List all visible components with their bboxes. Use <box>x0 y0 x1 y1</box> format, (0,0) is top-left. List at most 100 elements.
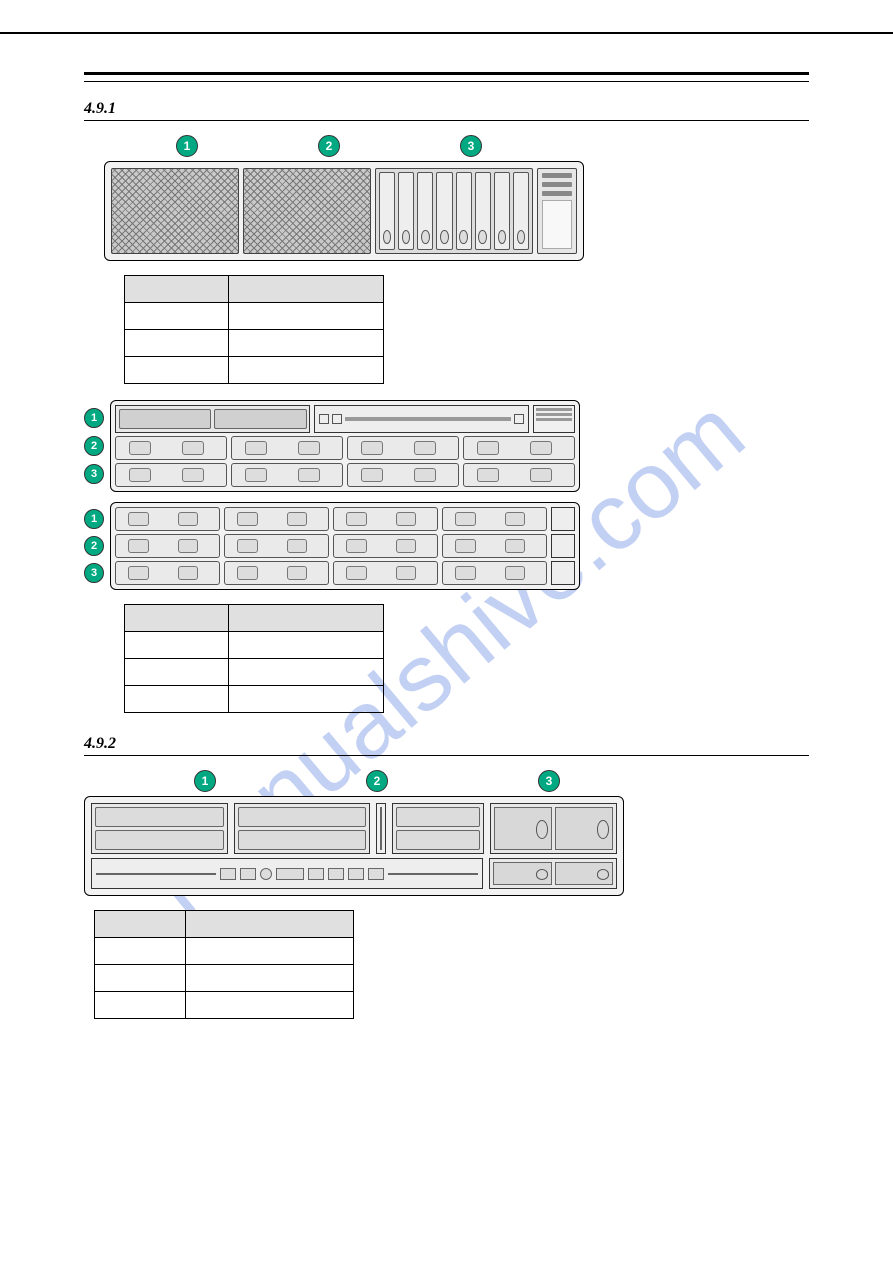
callout-1: 1 <box>84 408 104 428</box>
table2-r1c2 <box>228 632 383 659</box>
media-bay-row <box>115 405 575 433</box>
sff-option-bay <box>115 405 310 433</box>
vga-port-icon <box>276 868 304 880</box>
lff-slot <box>442 561 547 585</box>
section-divider-thick <box>84 72 809 75</box>
table-491a <box>124 275 384 384</box>
port-icon <box>260 868 272 880</box>
control-panel <box>537 168 577 254</box>
sff-slot <box>456 172 472 250</box>
callout-column-fig3: 1 2 3 <box>84 502 104 590</box>
table3-r2c1 <box>95 965 186 992</box>
odd-dvd-bay <box>314 405 529 433</box>
callout-row-fig1: 1 2 3 <box>176 135 809 157</box>
pci-slot <box>396 807 480 827</box>
table-row <box>125 686 384 713</box>
lff-slot <box>333 561 438 585</box>
lff-row <box>115 507 575 531</box>
table3-header-1 <box>95 911 186 938</box>
sff-option-drive <box>214 409 306 429</box>
port-icon <box>328 868 344 880</box>
callout-2: 2 <box>84 536 104 556</box>
callout-1: 1 <box>194 770 216 792</box>
grille-box-2 <box>243 168 371 254</box>
led-icon <box>542 182 572 187</box>
table-491b <box>124 604 384 713</box>
sff-slot <box>379 172 395 250</box>
lff-row <box>115 436 575 460</box>
lff-slot <box>224 507 329 531</box>
content-area: 4.9.1 1 2 3 <box>84 72 809 1029</box>
rear-bottom-row <box>91 858 617 889</box>
table-row <box>125 659 384 686</box>
chassis-8lff <box>110 400 580 492</box>
table2-r2c2 <box>228 659 383 686</box>
table3-r3c2 <box>185 992 353 1019</box>
lff-slot <box>231 436 343 460</box>
led-icon <box>536 408 572 411</box>
psu-inlet-2 <box>555 862 614 885</box>
table3-r2c2 <box>185 965 353 992</box>
lff-slot <box>224 561 329 585</box>
psu-2 <box>555 807 613 850</box>
vent-grille-icon <box>380 807 382 850</box>
page-top-rule <box>0 32 893 34</box>
lff-side-panel <box>551 561 575 585</box>
table1-r3c1 <box>125 357 229 384</box>
callout-2: 2 <box>318 135 340 157</box>
lff-slot <box>333 507 438 531</box>
table3-r1c1 <box>95 938 186 965</box>
callout-3: 3 <box>460 135 482 157</box>
riser-cage-3 <box>392 803 484 854</box>
sff-option-drive <box>119 409 211 429</box>
table1-r2c2 <box>228 330 383 357</box>
table-492 <box>94 910 354 1019</box>
grille-box-1 <box>111 168 239 254</box>
lff-slot <box>463 463 575 487</box>
table2-header-2 <box>228 605 383 632</box>
riser-cage-2 <box>234 803 371 854</box>
table2-r2c1 <box>125 659 229 686</box>
callout-row-fig4: 1 2 3 <box>194 770 809 792</box>
callout-3: 3 <box>538 770 560 792</box>
table1-r2c1 <box>125 330 229 357</box>
btn-icon <box>514 414 524 424</box>
psu-bay-lower <box>489 858 617 889</box>
table-row <box>125 303 384 330</box>
lff-row <box>115 561 575 585</box>
table3-r1c2 <box>185 938 353 965</box>
lff-side-panel <box>551 507 575 531</box>
sff-slot <box>513 172 529 250</box>
pci-slot <box>95 807 224 827</box>
lff-slot <box>347 463 459 487</box>
vent-grille-icon <box>96 873 216 875</box>
table-row <box>125 357 384 384</box>
psu-bay <box>490 803 617 854</box>
led-icon <box>542 173 572 178</box>
table1-r3c2 <box>228 357 383 384</box>
subsection-heading-491: 4.9.1 <box>84 100 809 118</box>
btn-icon <box>319 414 329 424</box>
port-icon <box>240 868 256 880</box>
lff-side-panel <box>551 534 575 558</box>
lff-slot <box>463 436 575 460</box>
lff-slot <box>333 534 438 558</box>
callout-3: 3 <box>84 563 104 583</box>
sff-slot <box>494 172 510 250</box>
led-icon <box>536 413 572 416</box>
pci-slot <box>396 830 480 850</box>
table3-r3c1 <box>95 992 186 1019</box>
table1-header-2 <box>228 276 383 303</box>
port-icon <box>368 868 384 880</box>
subsection-heading-492: 4.9.2 <box>84 735 809 753</box>
chassis-rear <box>84 796 624 896</box>
lff-slot <box>115 463 227 487</box>
lff-slot <box>442 507 547 531</box>
subsection-rule-492 <box>84 755 809 756</box>
rear-middle-bay <box>376 803 386 854</box>
slot-icon <box>345 417 511 421</box>
led-icon <box>536 418 572 421</box>
page: manualshive.com 4.9.1 1 2 3 <box>0 0 893 1263</box>
btn-icon <box>332 414 342 424</box>
table2-r1c1 <box>125 632 229 659</box>
